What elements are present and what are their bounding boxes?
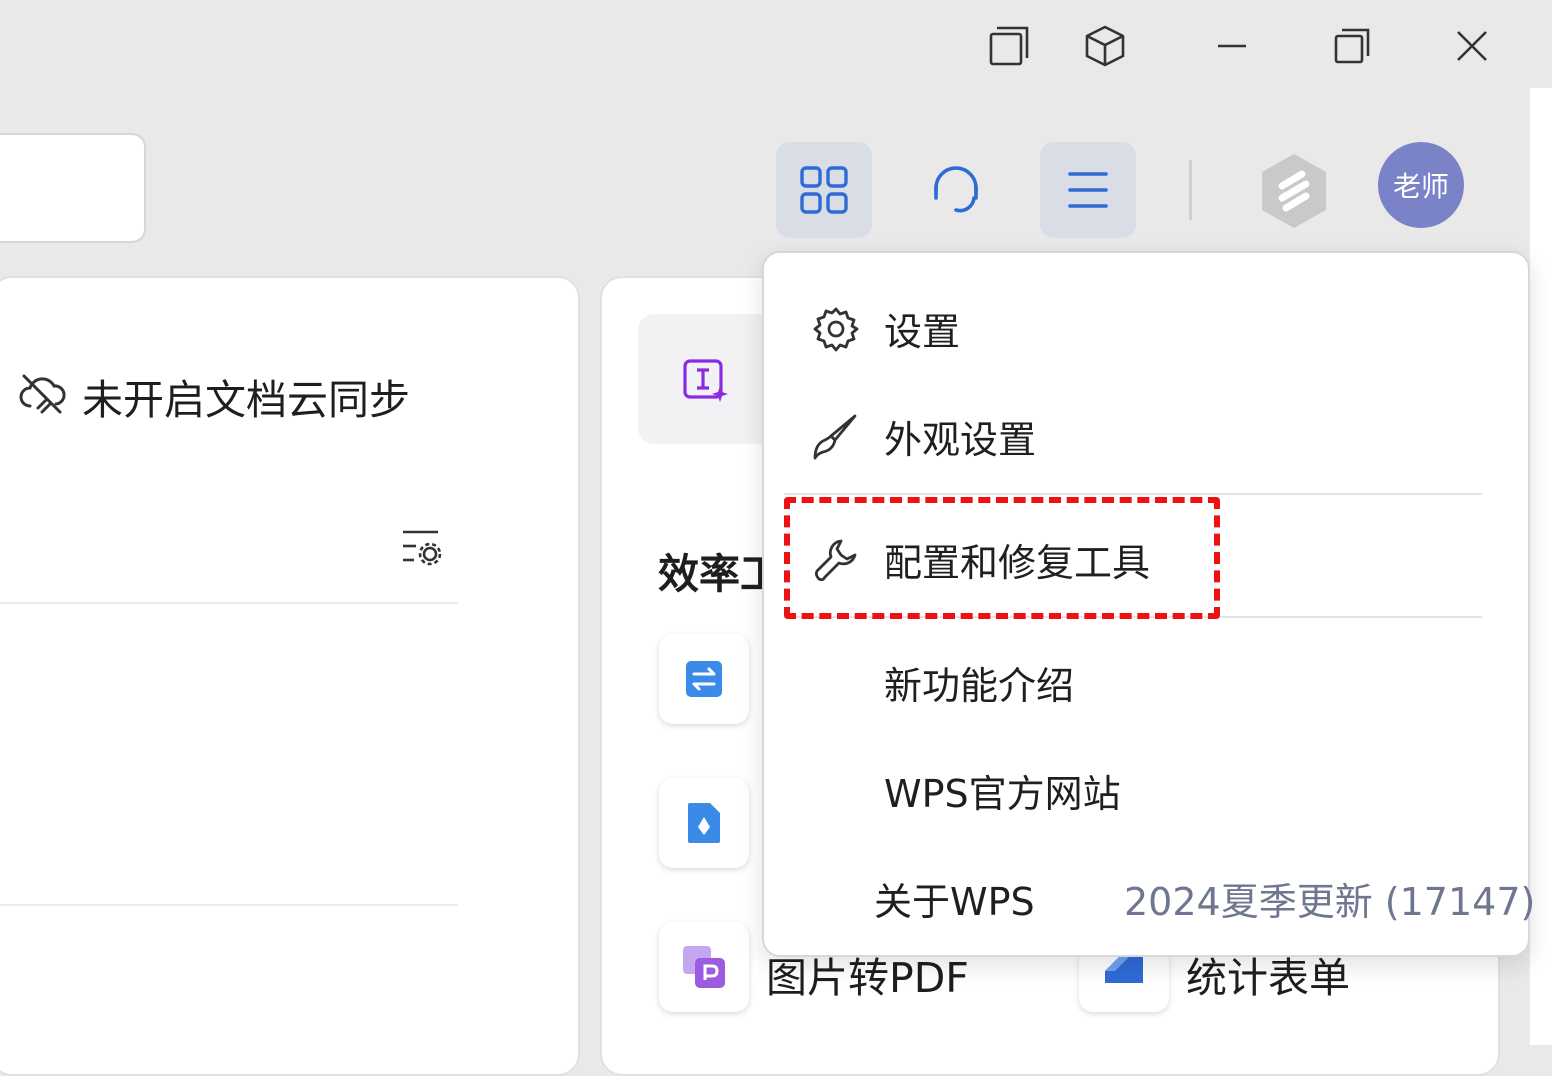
cloud-off-icon <box>18 372 66 416</box>
document-shape-icon <box>684 801 724 845</box>
menu-item-whats-new[interactable]: 新功能介绍 <box>764 631 1528 731</box>
document-tool-tile[interactable] <box>659 778 749 868</box>
wps-logo-button[interactable] <box>1258 152 1330 230</box>
wps-logo-icon <box>1258 152 1330 230</box>
restore-window-button[interactable] <box>985 24 1033 68</box>
menu-item-official-site[interactable]: WPS官方网站 <box>764 739 1528 839</box>
panel-divider <box>0 602 458 604</box>
list-settings-icon[interactable] <box>400 528 444 568</box>
main-menu-button[interactable] <box>1040 142 1136 238</box>
cube-icon <box>1083 24 1127 68</box>
menu-item-appearance[interactable]: 外观设置 <box>764 385 1528 485</box>
cloud-sync-status[interactable]: 未开启文档云同步 <box>82 366 410 426</box>
restore-window-icon <box>987 24 1031 68</box>
cube-button[interactable] <box>1081 24 1129 68</box>
menu-item-settings[interactable]: 设置 <box>764 277 1528 377</box>
headset-icon <box>926 164 986 216</box>
minimize-icon <box>1210 24 1254 68</box>
convert-icon <box>684 659 724 699</box>
avatar-label: 老师 <box>1392 170 1449 203</box>
support-button[interactable] <box>908 142 1004 238</box>
brush-icon <box>810 411 862 463</box>
avatar[interactable]: 老师 <box>1378 142 1464 228</box>
menu-item-label: 外观设置 <box>884 418 1037 462</box>
main-dropdown-menu: 设置 外观设置 配置和修复工具 新功能介绍 WPS官方网站 关于WPS 2024… <box>762 251 1535 957</box>
maximize-icon <box>1330 24 1374 68</box>
image-to-pdf-icon <box>681 944 727 990</box>
close-icon <box>1450 24 1494 68</box>
menu-item-label: 设置 <box>884 310 961 354</box>
apps-button[interactable] <box>776 142 872 238</box>
minimize-button[interactable] <box>1208 24 1256 68</box>
highlight-annotation <box>784 497 1220 619</box>
gear-icon <box>810 303 862 355</box>
menu-item-label: 新功能介绍 <box>884 664 1075 708</box>
panel-divider <box>0 904 458 906</box>
menu-separator <box>784 493 1482 495</box>
image-to-pdf-tile[interactable] <box>659 922 749 1012</box>
search-input[interactable] <box>0 133 146 243</box>
close-button[interactable] <box>1448 24 1496 68</box>
apps-grid-icon <box>798 164 850 216</box>
maximize-button[interactable] <box>1328 24 1376 68</box>
menu-item-label: WPS官方网站 <box>884 772 1121 816</box>
header-divider <box>1189 160 1192 220</box>
menu-item-label: 关于WPS <box>874 880 1035 924</box>
version-label: 2024夏季更新 (17147) <box>1124 880 1536 924</box>
ai-text-icon <box>682 358 730 406</box>
convert-tool-tile[interactable] <box>659 634 749 724</box>
menu-icon <box>1066 168 1110 212</box>
